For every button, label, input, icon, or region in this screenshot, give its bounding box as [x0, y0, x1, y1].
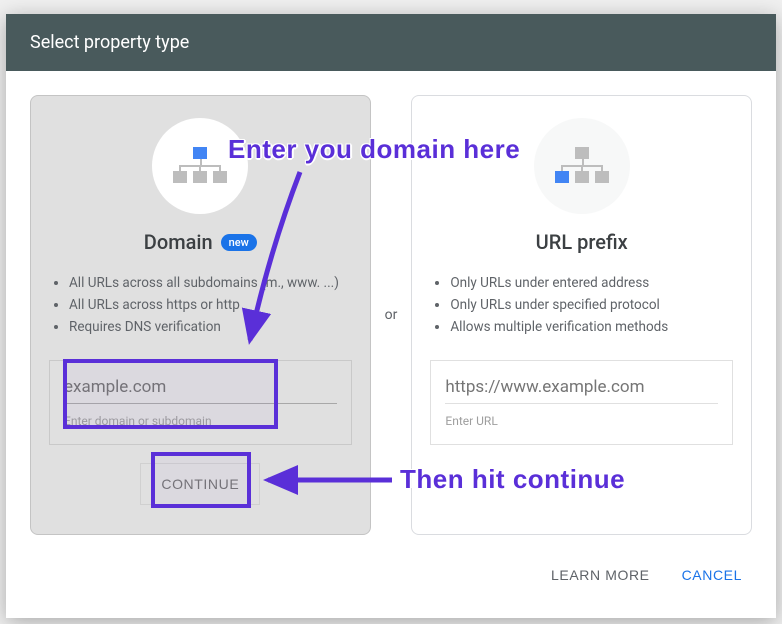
annotation-arrow-continue	[0, 0, 782, 624]
